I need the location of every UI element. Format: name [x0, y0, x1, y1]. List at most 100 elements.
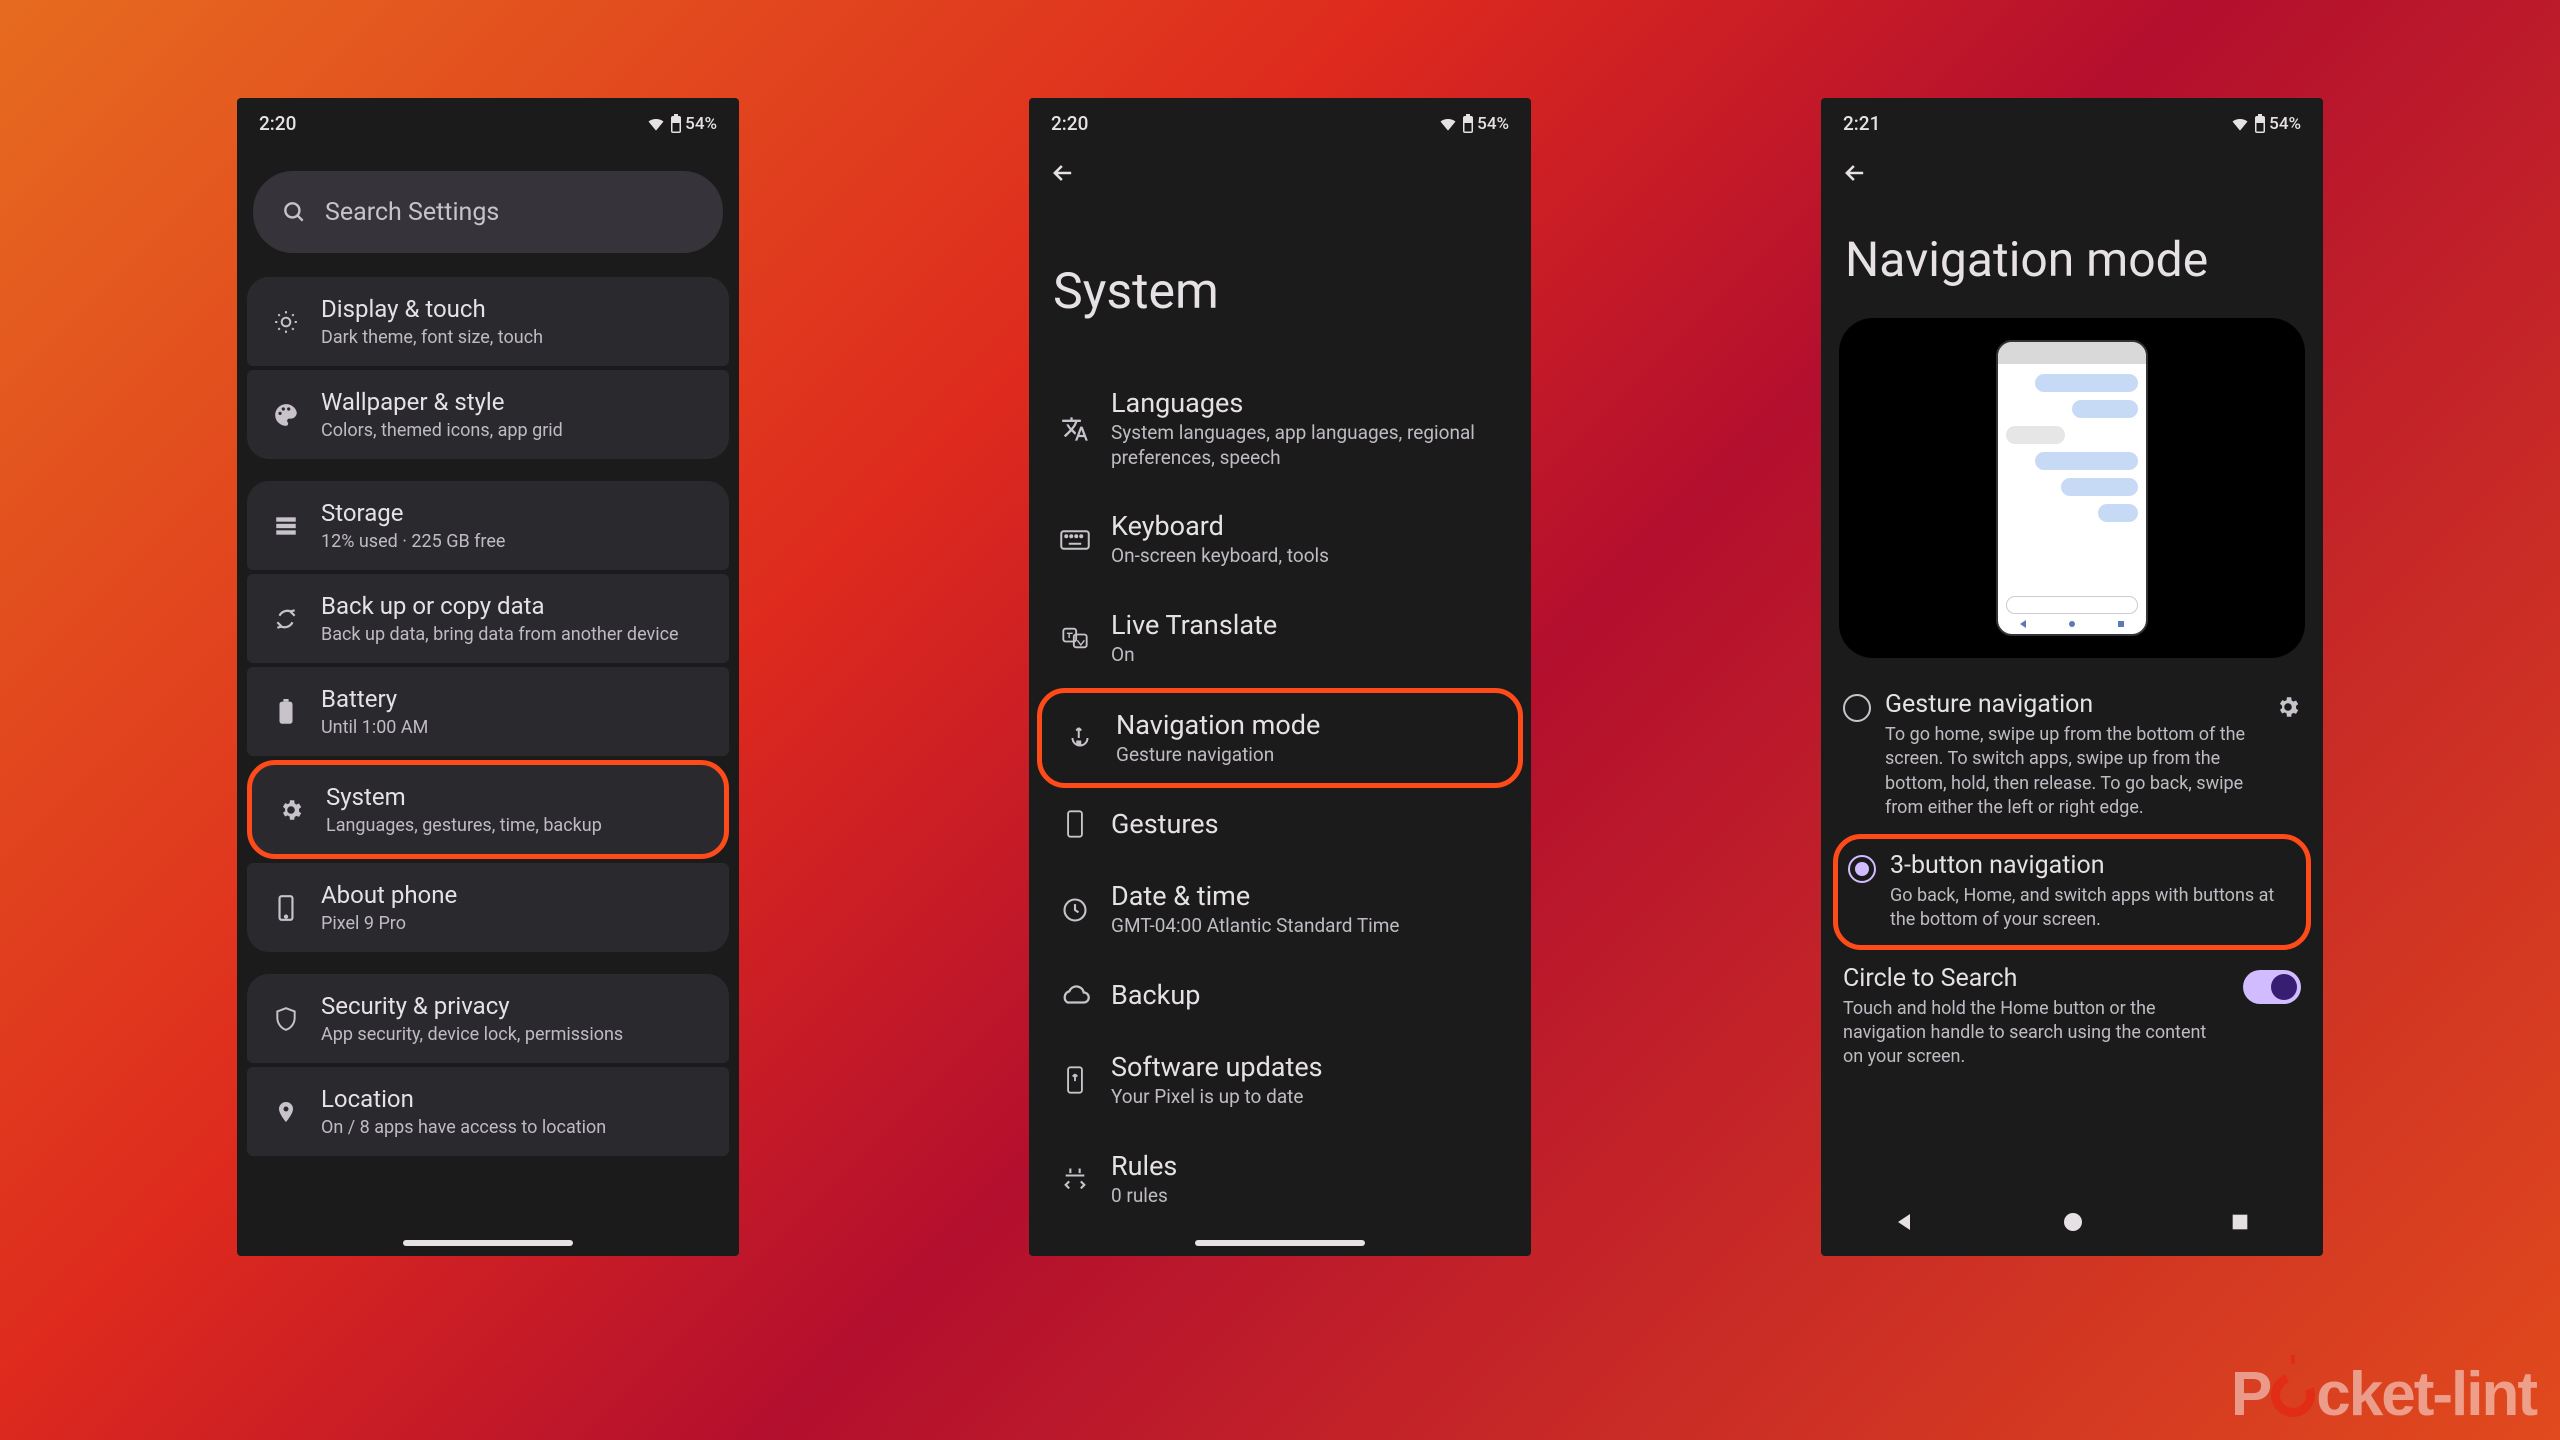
row-sub: Pixel 9 Pro [321, 913, 713, 934]
battery-icon [669, 114, 683, 134]
battery-text: 54% [1477, 114, 1509, 134]
row-battery[interactable]: BatteryUntil 1:00 AM [247, 667, 729, 756]
nav-recents-button[interactable] [2229, 1211, 2251, 1237]
row-title: Battery [321, 685, 713, 713]
option-sub: To go home, swipe up from the bottom of … [1885, 723, 2261, 820]
wifi-icon [2229, 114, 2251, 134]
row-title: Gestures [1111, 808, 1509, 840]
cts-toggle-on[interactable] [2243, 970, 2301, 1004]
row-wallpaper[interactable]: Wallpaper & styleColors, themed icons, a… [247, 370, 729, 459]
update-icon [1064, 1065, 1086, 1095]
row-sub: 0 rules [1111, 1184, 1509, 1209]
row-title: Live Translate [1111, 609, 1509, 641]
row-live-translate[interactable]: Live TranslateOn [1029, 589, 1531, 688]
row-backup[interactable]: Backup [1029, 959, 1531, 1031]
option-title: Gesture navigation [1885, 690, 2261, 719]
row-location[interactable]: LocationOn / 8 apps have access to locat… [247, 1067, 729, 1156]
row-title: Rules [1111, 1150, 1509, 1182]
phone-navigation-mode: 2:21 54% Navigation mode [1821, 98, 2323, 1256]
option-title: 3-button navigation [1890, 851, 2296, 880]
sync-icon [273, 606, 299, 632]
row-sub: Gesture navigation [1116, 743, 1504, 768]
battery-icon [1461, 114, 1475, 134]
status-right: 54% [1437, 114, 1509, 134]
row-sub: On / 8 apps have access to location [321, 1117, 713, 1138]
back-button[interactable] [1029, 141, 1531, 191]
row-backup-copy[interactable]: Back up or copy data Back up data, bring … [247, 574, 729, 663]
translate-icon [1061, 415, 1089, 443]
brightness-icon [273, 309, 299, 335]
square-recents-icon [2229, 1211, 2251, 1233]
row-rules[interactable]: Rules0 rules [1029, 1130, 1531, 1229]
row-title: Software updates [1111, 1051, 1509, 1083]
row-languages[interactable]: LanguagesSystem languages, app languages… [1029, 367, 1531, 490]
nav-back-button[interactable] [1893, 1210, 1917, 1238]
row-title: Keyboard [1111, 510, 1509, 542]
nav-home-button[interactable] [2061, 1210, 2085, 1238]
row-sub: GMT-04:00 Atlantic Standard Time [1111, 914, 1509, 939]
row-navigation-mode[interactable]: Navigation modeGesture navigation [1037, 688, 1523, 789]
radio-unselected[interactable] [1843, 694, 1871, 722]
row-date-time[interactable]: Date & timeGMT-04:00 Atlantic Standard T… [1029, 860, 1531, 959]
search-placeholder: Search Settings [325, 198, 499, 227]
row-security[interactable]: Security & privacy App security, device l… [247, 974, 729, 1063]
arrow-left-icon [1049, 159, 1077, 187]
row-software-updates[interactable]: Software updatesYour Pixel is up to date [1029, 1031, 1531, 1130]
row-display-touch[interactable]: Display & touch Dark theme, font size, to… [247, 277, 729, 366]
phone-icon [276, 894, 296, 922]
radio-selected[interactable] [1848, 855, 1876, 883]
row-title: Navigation mode [1116, 709, 1504, 741]
gesture-settings-button[interactable] [2275, 694, 2301, 724]
row-sub: Dark theme, font size, touch [321, 327, 713, 348]
wifi-icon [645, 114, 667, 134]
row-sub: App security, device lock, permissions [321, 1024, 713, 1045]
row-sub: On [1111, 643, 1509, 668]
search-settings[interactable]: Search Settings [253, 171, 723, 253]
phone-mock [1996, 340, 2148, 636]
gear-icon [278, 797, 304, 823]
row-title: Security & privacy [321, 992, 713, 1020]
navigation-icon [1065, 723, 1095, 753]
row-title: Back up or copy data [321, 592, 713, 620]
circle-to-search-row[interactable]: Circle to Search Touch and hold the Home… [1821, 950, 2323, 1084]
triangle-back-icon [1893, 1210, 1917, 1234]
row-about-phone[interactable]: About phonePixel 9 Pro [247, 863, 729, 952]
gestures-icon [1064, 809, 1086, 839]
status-time: 2:20 [1051, 112, 1088, 135]
row-title: Display & touch [321, 295, 713, 323]
battery-row-icon [278, 699, 294, 725]
option-gesture-navigation[interactable]: Gesture navigation To go home, swipe up … [1821, 676, 2323, 834]
gear-icon [2275, 694, 2301, 720]
row-sub: Languages, gestures, time, backup [326, 815, 708, 836]
row-gestures[interactable]: Gestures [1029, 788, 1531, 860]
gesture-nav-bar[interactable] [403, 1240, 573, 1246]
rules-icon [1061, 1165, 1089, 1193]
location-icon [274, 1098, 298, 1126]
gesture-nav-bar[interactable] [1195, 1240, 1365, 1246]
cts-sub: Touch and hold the Home button or the na… [1843, 997, 2227, 1070]
keyboard-icon [1060, 529, 1090, 551]
row-sub: System languages, app languages, regiona… [1111, 421, 1509, 470]
watermark: Pcket-lint [2231, 1359, 2536, 1430]
page-title: Navigation mode [1821, 191, 2323, 318]
row-keyboard[interactable]: KeyboardOn-screen keyboard, tools [1029, 490, 1531, 589]
row-sub: Back up data, bring data from another de… [321, 624, 713, 645]
wifi-icon [1437, 114, 1459, 134]
status-right: 54% [2229, 114, 2301, 134]
status-time: 2:21 [1843, 112, 1880, 135]
cts-title: Circle to Search [1843, 964, 2227, 993]
status-bar: 2:20 54% [237, 98, 739, 141]
row-title: Storage [321, 499, 713, 527]
phone-system-settings: 2:20 54% System LanguagesSystem language… [1029, 98, 1531, 1256]
circle-home-icon [2061, 1210, 2085, 1234]
battery-icon [2253, 114, 2267, 134]
back-button[interactable] [1821, 141, 2323, 191]
row-sub: 12% used · 225 GB free [321, 531, 713, 552]
nav-options: Gesture navigation To go home, swipe up … [1821, 658, 2323, 950]
shield-icon [273, 1006, 299, 1032]
power-icon [2271, 1373, 2315, 1417]
row-storage[interactable]: Storage 12% used · 225 GB free [247, 481, 729, 570]
option-3button-navigation[interactable]: 3-button navigation Go back, Home, and s… [1833, 834, 2311, 950]
live-translate-icon [1061, 624, 1089, 652]
row-system[interactable]: SystemLanguages, gestures, time, backup [247, 760, 729, 859]
